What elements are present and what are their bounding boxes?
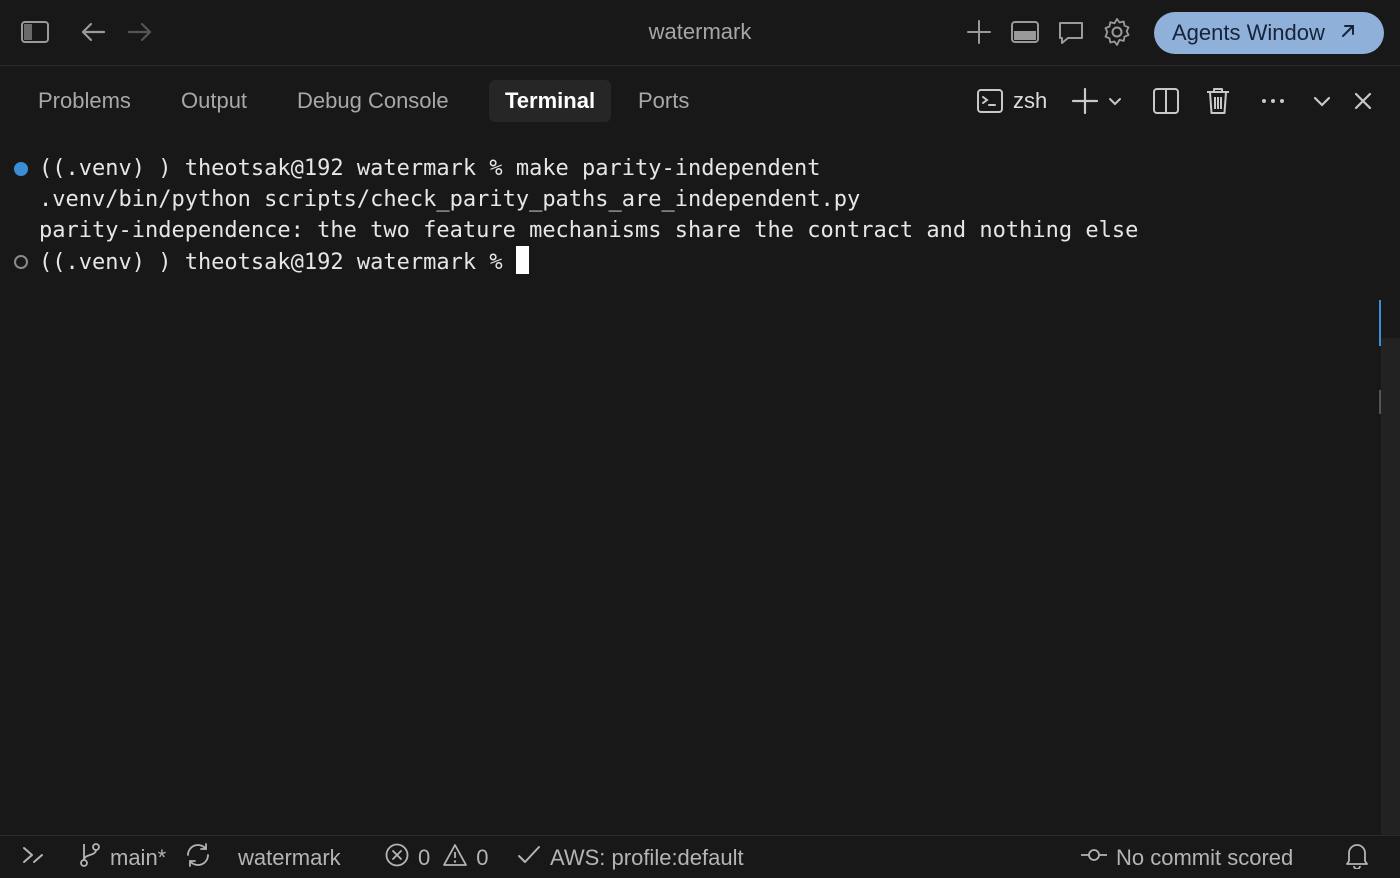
folder-name: watermark xyxy=(238,844,341,870)
arrow-right-icon[interactable] xyxy=(125,18,155,46)
tab-problems[interactable]: Problems xyxy=(22,80,147,122)
tab-output[interactable]: Output xyxy=(165,80,263,122)
tab-label: Ports xyxy=(638,88,690,113)
terminal-line: ((.venv) ) theotsak@192 watermark % make… xyxy=(39,156,821,181)
terminal-cursor xyxy=(515,246,529,274)
aws-profile-label: AWS: profile:default xyxy=(550,844,744,870)
terminal-icon[interactable] xyxy=(976,87,1004,115)
check-icon xyxy=(516,842,542,874)
plus-icon[interactable] xyxy=(965,18,993,46)
gear-icon[interactable] xyxy=(1102,17,1132,47)
commit-label: No commit scored xyxy=(1116,844,1294,870)
tab-label: Terminal xyxy=(505,88,596,113)
warning-icon xyxy=(442,842,468,874)
bell-icon xyxy=(1344,841,1370,875)
title-bar: watermark Agents Window xyxy=(0,0,1400,66)
agents-window-button[interactable]: Agents Window xyxy=(1154,12,1384,54)
panel-tab-bar: Problems Output Debug Console Terminal P… xyxy=(0,67,1400,135)
external-arrow-icon xyxy=(1339,20,1357,46)
sync-button[interactable] xyxy=(184,836,212,878)
problems-indicator[interactable]: 0 0 xyxy=(384,836,489,878)
terminal-line: .venv/bin/python scripts/check_parity_pa… xyxy=(39,187,861,212)
agents-window-label: Agents Window xyxy=(1172,20,1325,45)
maximize-panel-chevron-icon[interactable] xyxy=(1310,89,1334,113)
git-commit-icon xyxy=(1080,842,1108,874)
command-success-indicator[interactable] xyxy=(14,162,28,176)
git-branch-icon xyxy=(78,842,102,874)
tab-ports[interactable]: Ports xyxy=(622,80,705,122)
error-icon xyxy=(384,842,410,874)
branch-indicator[interactable]: main* xyxy=(78,836,166,878)
scrollbar[interactable] xyxy=(1381,338,1400,835)
more-actions-icon[interactable] xyxy=(1259,91,1287,111)
tab-label: Debug Console xyxy=(297,88,449,113)
split-terminal-icon[interactable] xyxy=(1152,86,1180,116)
warning-count: 0 xyxy=(476,844,489,870)
remote-indicator[interactable] xyxy=(20,836,46,878)
new-terminal-plus-icon[interactable] xyxy=(1070,87,1100,115)
terminal-line: parity-independence: the two feature mec… xyxy=(39,218,1139,243)
status-bar: main* watermark 0 0 AWS: profile:default… xyxy=(0,835,1400,878)
commit-indicator[interactable]: No commit scored xyxy=(1080,836,1293,878)
arrow-left-icon[interactable] xyxy=(78,18,108,46)
tab-terminal[interactable]: Terminal xyxy=(489,80,612,122)
scrollbar-marker xyxy=(1379,300,1381,346)
error-count: 0 xyxy=(418,844,431,870)
scrollbar-marker xyxy=(1379,390,1381,414)
notifications-button[interactable] xyxy=(1344,836,1370,878)
chat-icon[interactable] xyxy=(1056,18,1086,48)
chevron-down-icon[interactable] xyxy=(1107,93,1123,109)
terminal-prompt-line: ((.venv) ) theotsak@192 watermark % xyxy=(39,246,529,278)
close-icon[interactable] xyxy=(1351,89,1375,113)
sync-icon xyxy=(184,842,212,874)
remote-icon xyxy=(20,842,46,874)
aws-profile[interactable]: AWS: profile:default xyxy=(516,836,744,878)
panel-icon[interactable] xyxy=(1010,18,1040,46)
terminal-view[interactable]: ((.venv) ) theotsak@192 watermark % make… xyxy=(0,135,1400,835)
sidebar-toggle-icon[interactable] xyxy=(20,18,50,46)
tab-label: Output xyxy=(181,88,248,113)
trash-icon[interactable] xyxy=(1205,86,1231,116)
command-pending-indicator[interactable] xyxy=(14,255,28,269)
tab-label: Problems xyxy=(38,88,131,113)
shell-label[interactable]: zsh xyxy=(1013,88,1047,114)
workspace-folder[interactable]: watermark xyxy=(238,836,341,878)
branch-name: main* xyxy=(110,844,167,870)
terminal-prompt: ((.venv) ) theotsak@192 watermark % xyxy=(39,250,516,275)
tab-debug-console[interactable]: Debug Console xyxy=(281,80,465,122)
